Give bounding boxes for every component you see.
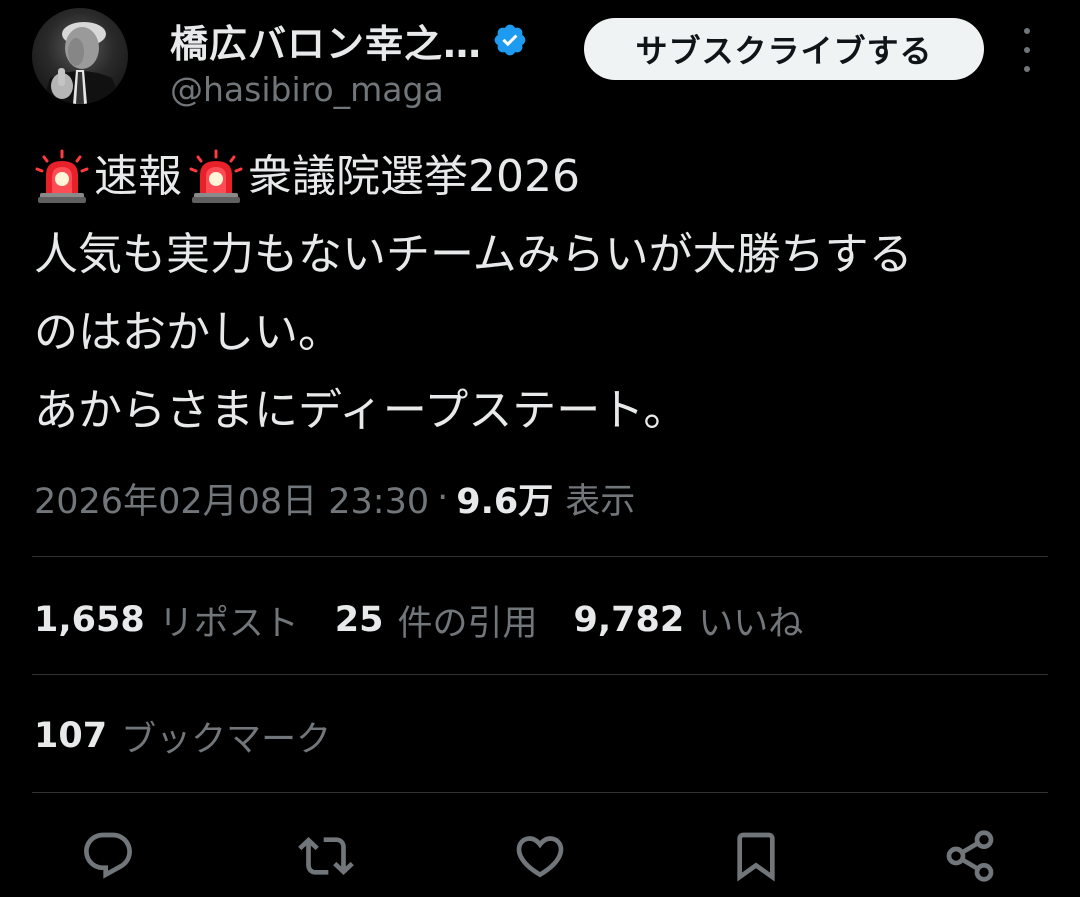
reposts-label: リポスト <box>158 603 299 644</box>
tweet-meta: 2026年02月08日 23:30 · 9.6万 表示 <box>34 470 635 526</box>
quotes-count: 25 <box>334 600 384 640</box>
like-button[interactable] <box>510 826 570 886</box>
action-bar <box>0 820 1080 890</box>
verified-badge-icon[interactable] <box>492 22 528 58</box>
views-count: 9.6万 <box>456 481 554 522</box>
bookmarks-label: ブックマーク <box>121 719 332 760</box>
divider <box>32 556 1048 557</box>
tweet-line-1: 速報 衆議院選挙2026 <box>34 138 1054 216</box>
likes-count: 9,782 <box>573 600 685 640</box>
tweet-header: 橋広バロン幸之… @hasibiro_maga サブスクライブする <box>32 8 1048 118</box>
rotating-light-icon <box>189 149 243 203</box>
reply-button[interactable] <box>78 826 138 886</box>
likes-label: いいね <box>698 603 804 644</box>
more-dot <box>1024 66 1030 72</box>
user-handle[interactable]: @hasibiro_maga <box>170 70 528 109</box>
repost-icon <box>298 837 354 875</box>
more-vertical-icon[interactable] <box>1012 28 1042 72</box>
reposts-count: 1,658 <box>34 600 145 640</box>
display-name[interactable]: 橋広バロン幸之… <box>170 13 482 68</box>
timestamp[interactable]: 2026年02月08日 23:30 <box>34 473 429 524</box>
bookmarks-count: 107 <box>34 716 108 756</box>
bookmarks-stat[interactable]: 107 ブックマーク <box>34 706 331 766</box>
reply-icon <box>84 832 132 879</box>
user-avatar-icon <box>42 22 122 104</box>
tweet-line-2: 人気も実力もないチームみらいが大勝ちする <box>34 229 913 280</box>
more-dot <box>1024 28 1030 34</box>
likes-stat[interactable]: 9,782 いいね <box>573 595 803 646</box>
bookmark-icon <box>737 832 775 882</box>
subscribe-button[interactable]: サブスクライブする <box>584 18 984 80</box>
like-icon <box>516 836 564 878</box>
engagement-stats: 1,658 リポスト 25 件の引用 9,782 いいね <box>34 590 839 650</box>
repost-button[interactable] <box>296 826 356 886</box>
tweet-text-segment: 速報 <box>94 151 182 202</box>
divider <box>32 674 1048 675</box>
reposts-stat[interactable]: 1,658 リポスト <box>34 595 299 646</box>
tweet-text-segment: 衆議院選挙2026 <box>248 151 580 202</box>
divider <box>32 792 1048 793</box>
rotating-light-icon <box>35 149 89 203</box>
bookmark-button[interactable] <box>726 826 786 886</box>
views-label: 表示 <box>565 481 636 522</box>
meta-separator: · <box>437 478 449 518</box>
quotes-stat[interactable]: 25 件の引用 <box>335 595 538 646</box>
tweet-line-4: あからさまにディープステート。 <box>34 385 688 436</box>
name-row: 橋広バロン幸之… <box>170 14 528 66</box>
author-info: 橋広バロン幸之… @hasibiro_maga <box>170 14 528 109</box>
quotes-label: 件の引用 <box>397 603 538 644</box>
tweet-text: 速報 衆議院選挙2026 人気も実力もないチームみらいが大勝ちする のはおかしい… <box>34 138 1054 450</box>
more-dot <box>1024 47 1030 53</box>
share-button[interactable] <box>940 826 1000 886</box>
tweet-line-3: のはおかしい。 <box>34 307 342 358</box>
avatar[interactable] <box>32 8 128 104</box>
share-icon <box>946 830 994 882</box>
